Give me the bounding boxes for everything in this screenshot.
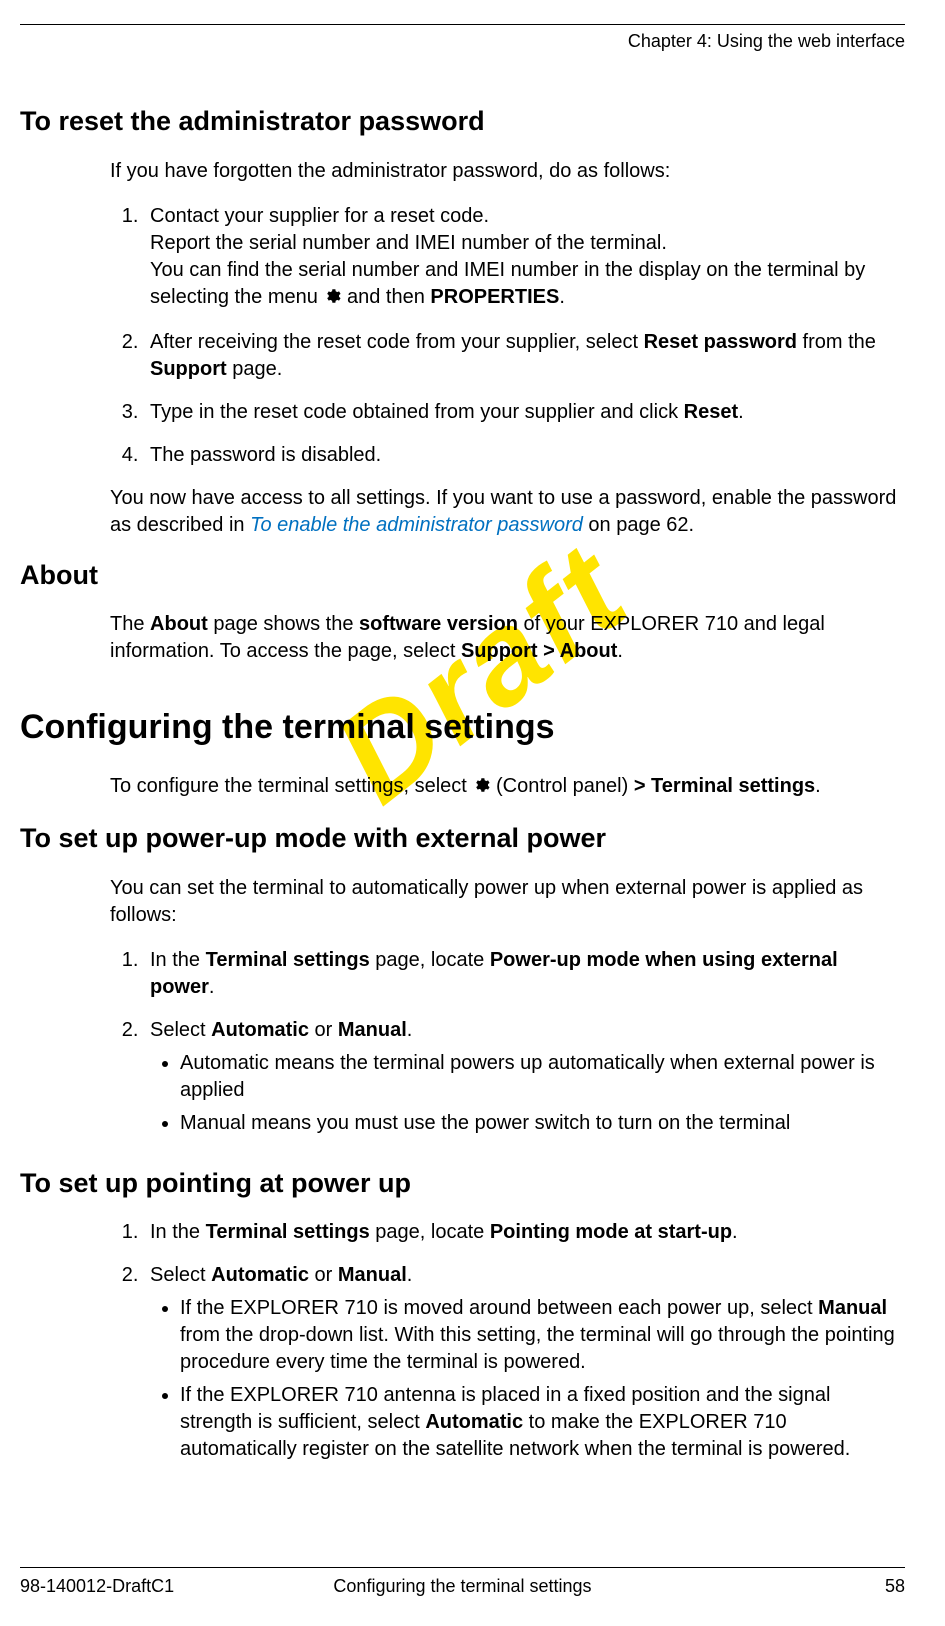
powerup-step2: Select Automatic or Manual. Automatic me… [144,1017,905,1137]
footer-section-title: Configuring the terminal settings [20,1574,905,1598]
running-header: Chapter 4: Using the web interface [20,29,905,53]
step-4: The password is disabled. [144,442,905,469]
powerup-bullet-auto: Automatic means the terminal powers up a… [180,1050,905,1104]
powerup-bullet-manual: Manual means you must use the power swit… [180,1110,905,1137]
outro-text: You now have access to all settings. If … [110,485,905,539]
heading-configuring: Configuring the terminal settings [20,705,905,751]
pointing-step2: Select Automatic or Manual. If the EXPLO… [144,1262,905,1463]
enable-admin-password-link[interactable]: To enable the administrator password [250,514,583,536]
support-label: Support [150,358,227,380]
step1-line3-end: . [559,286,565,308]
pointing-bullet-manual: If the EXPLORER 710 is moved around betw… [180,1295,905,1376]
step1-line1: Contact your supplier for a reset code. [150,205,489,227]
powerup-intro: You can set the terminal to automaticall… [110,875,905,929]
reset-label: Reset [684,401,738,423]
step-2: After receiving the reset code from your… [144,329,905,383]
heading-about: About [20,557,905,593]
powerup-step1: In the Terminal settings page, locate Po… [144,947,905,1001]
configure-text: To configure the terminal settings, sele… [110,773,905,802]
gear-icon [323,286,341,313]
reset-password-label: Reset password [644,331,797,353]
step-1: Contact your supplier for a reset code. … [144,203,905,313]
properties-label: PROPERTIES [430,286,559,308]
step1-line3-mid: and then [341,286,430,308]
intro-text: If you have forgotten the administrator … [110,158,905,185]
step-3: Type in the reset code obtained from you… [144,399,905,426]
pointing-step1: In the Terminal settings page, locate Po… [144,1219,905,1246]
heading-reset-password: To reset the administrator password [20,103,905,139]
heading-powerup: To set up power-up mode with external po… [20,820,905,856]
pointing-bullet-auto: If the EXPLORER 710 antenna is placed in… [180,1382,905,1463]
gear-icon [472,775,490,802]
heading-pointing: To set up pointing at power up [20,1165,905,1201]
step1-line2: Report the serial number and IMEI number… [150,232,667,254]
about-text: The About page shows the software versio… [110,611,905,665]
